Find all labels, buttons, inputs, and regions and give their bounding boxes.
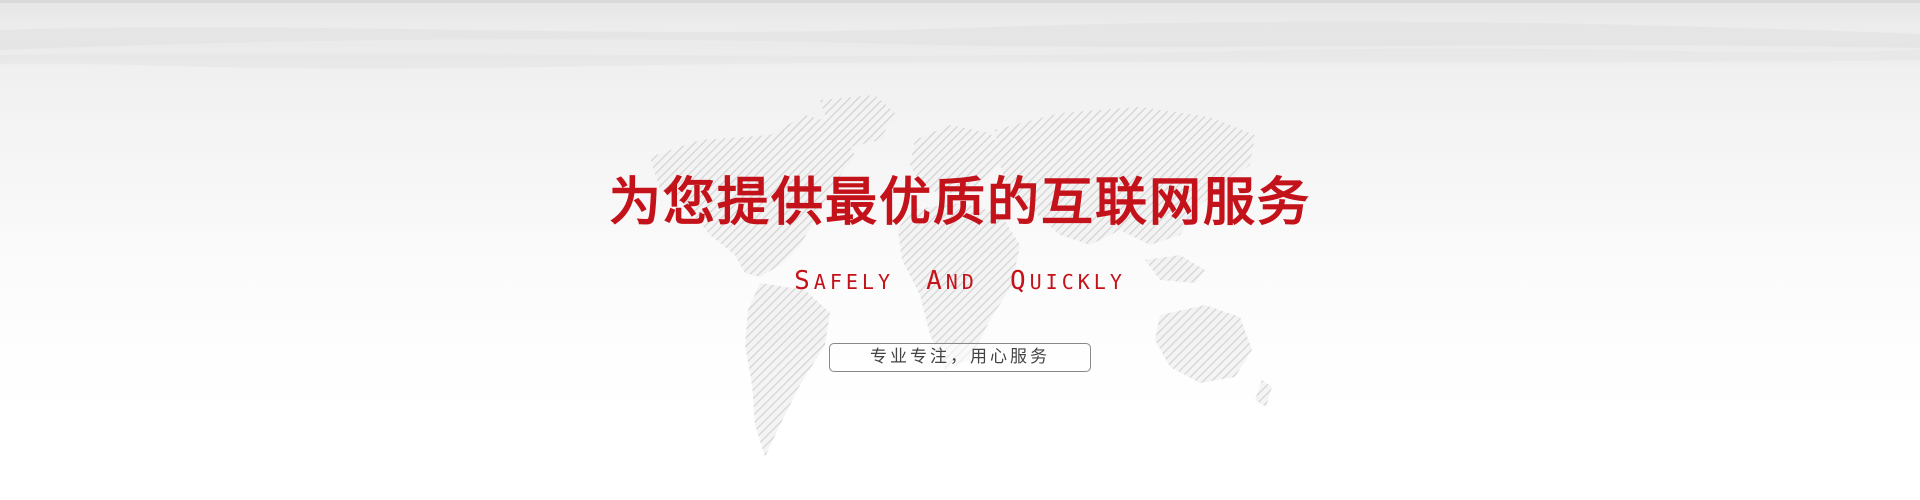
tagline-word-and: AND — [926, 266, 978, 296]
tagline: SAFELY AND QUICKLY — [0, 266, 1920, 297]
tagline-word-safely: SAFELY — [794, 266, 895, 296]
cta-button[interactable]: 专业专注，用心服务 — [829, 343, 1091, 372]
hero-banner: 为您提供最优质的互联网服务 SAFELY AND QUICKLY 专业专注，用心… — [0, 0, 1920, 500]
tagline-word-quickly: QUICKLY — [1009, 266, 1126, 296]
headline: 为您提供最优质的互联网服务 — [608, 172, 1311, 233]
